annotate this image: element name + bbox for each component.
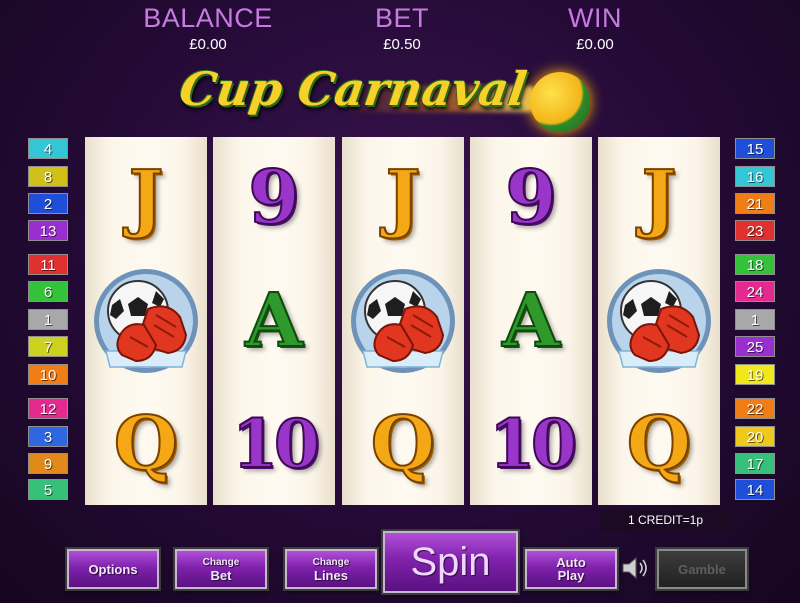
symbol-text: J (127, 154, 164, 242)
football-gloves-icon (607, 269, 711, 373)
symbol-text: Q (626, 400, 692, 488)
payline-right-25[interactable]: 25 (735, 336, 775, 357)
payline-right-16[interactable]: 16 (735, 166, 775, 187)
symbol-9: 9 (213, 137, 335, 259)
gamble-label: Gamble (678, 561, 726, 577)
game-logo: Cup Carnaval (160, 58, 610, 132)
payline-left-2[interactable]: 2 (28, 193, 68, 214)
symbol-text: 10 (488, 404, 578, 484)
payline-left-6[interactable]: 6 (28, 281, 68, 302)
payline-left-12[interactable]: 12 (28, 398, 68, 419)
reel-5: JQ (598, 137, 720, 505)
bet-label: BET (374, 3, 429, 33)
payline-left-1[interactable]: 1 (28, 309, 68, 330)
change-lines-button[interactable]: Change Lines (285, 549, 377, 589)
payline-right-15[interactable]: 15 (735, 138, 775, 159)
spin-button[interactable]: Spin (383, 531, 518, 593)
options-label: Options (88, 561, 138, 577)
symbol-a: A (470, 260, 592, 382)
payline-left-7[interactable]: 7 (28, 336, 68, 357)
payline-right-23[interactable]: 23 (735, 220, 775, 241)
bet-value: £0.50 (383, 36, 421, 53)
payline-right-22[interactable]: 22 (735, 398, 775, 419)
reel-1: JQ (85, 137, 207, 505)
payline-left-8[interactable]: 8 (28, 166, 68, 187)
symbol-j: J (342, 137, 464, 259)
reel-2: 9 A 10 (213, 137, 335, 505)
symbol-text: A (244, 277, 303, 365)
payline-left-3[interactable]: 3 (28, 426, 68, 447)
football-gloves-icon (94, 269, 198, 373)
balance-display: BALANCE £0.00 (133, 2, 283, 56)
speaker-icon[interactable] (621, 556, 651, 580)
payline-left-5[interactable]: 5 (28, 479, 68, 500)
payline-right-24[interactable]: 24 (735, 281, 775, 302)
win-display: WIN £0.00 (520, 2, 670, 56)
change-lines-label-bottom: Lines (314, 568, 348, 583)
change-bet-label-bottom: Bet (210, 568, 232, 583)
football-gloves-icon (351, 269, 455, 373)
symbol-q: Q (342, 383, 464, 505)
symbol-football-gloves (342, 260, 464, 382)
payline-right-21[interactable]: 21 (735, 193, 775, 214)
symbol-j: J (85, 137, 207, 259)
balance-label: BALANCE (143, 3, 273, 33)
symbol-q: Q (85, 383, 207, 505)
auto-play-button[interactable]: Auto Play (525, 549, 617, 589)
win-label: WIN (568, 3, 622, 33)
reel-4: 9 A 10 (470, 137, 592, 505)
gamble-button[interactable]: Gamble (657, 549, 747, 589)
symbol-football-gloves (85, 260, 207, 382)
symbol-a: A (213, 260, 335, 382)
symbol-9: 9 (470, 137, 592, 259)
symbol-q: Q (598, 383, 720, 505)
symbol-10: 10 (470, 383, 592, 505)
reel-3: JQ (342, 137, 464, 505)
symbol-j: J (598, 137, 720, 259)
payline-right-20[interactable]: 20 (735, 426, 775, 447)
options-button[interactable]: Options (67, 549, 159, 589)
symbol-text: 10 (231, 404, 321, 484)
change-bet-button[interactable]: Change Bet (175, 549, 267, 589)
logo-title: Cup Carnaval (176, 62, 530, 116)
bet-display: BET £0.50 (327, 2, 477, 56)
payline-left-9[interactable]: 9 (28, 453, 68, 474)
symbol-text: J (640, 154, 677, 242)
payline-right-14[interactable]: 14 (735, 479, 775, 500)
symbol-football-gloves (598, 260, 720, 382)
symbol-text: Q (113, 400, 179, 488)
payline-right-1[interactable]: 1 (735, 309, 775, 330)
symbol-text: 9 (247, 154, 300, 242)
payline-left-4[interactable]: 4 (28, 138, 68, 159)
payline-right-18[interactable]: 18 (735, 254, 775, 275)
payline-right-17[interactable]: 17 (735, 453, 775, 474)
spin-label: Spin (410, 539, 491, 584)
symbol-text: Q (370, 400, 436, 488)
auto-play-label-bottom: Play (557, 568, 585, 583)
payline-left-11[interactable]: 11 (28, 254, 68, 275)
balance-value: £0.00 (189, 36, 227, 53)
symbol-10: 10 (213, 383, 335, 505)
symbol-text: A (501, 277, 560, 365)
payline-left-10[interactable]: 10 (28, 364, 68, 385)
credit-info: 1 CREDIT=1p (600, 510, 731, 531)
win-value: £0.00 (576, 36, 614, 53)
payline-left-13[interactable]: 13 (28, 220, 68, 241)
football-icon (530, 72, 590, 132)
payline-right-19[interactable]: 19 (735, 364, 775, 385)
symbol-text: J (384, 154, 421, 242)
symbol-text: 9 (504, 154, 557, 242)
